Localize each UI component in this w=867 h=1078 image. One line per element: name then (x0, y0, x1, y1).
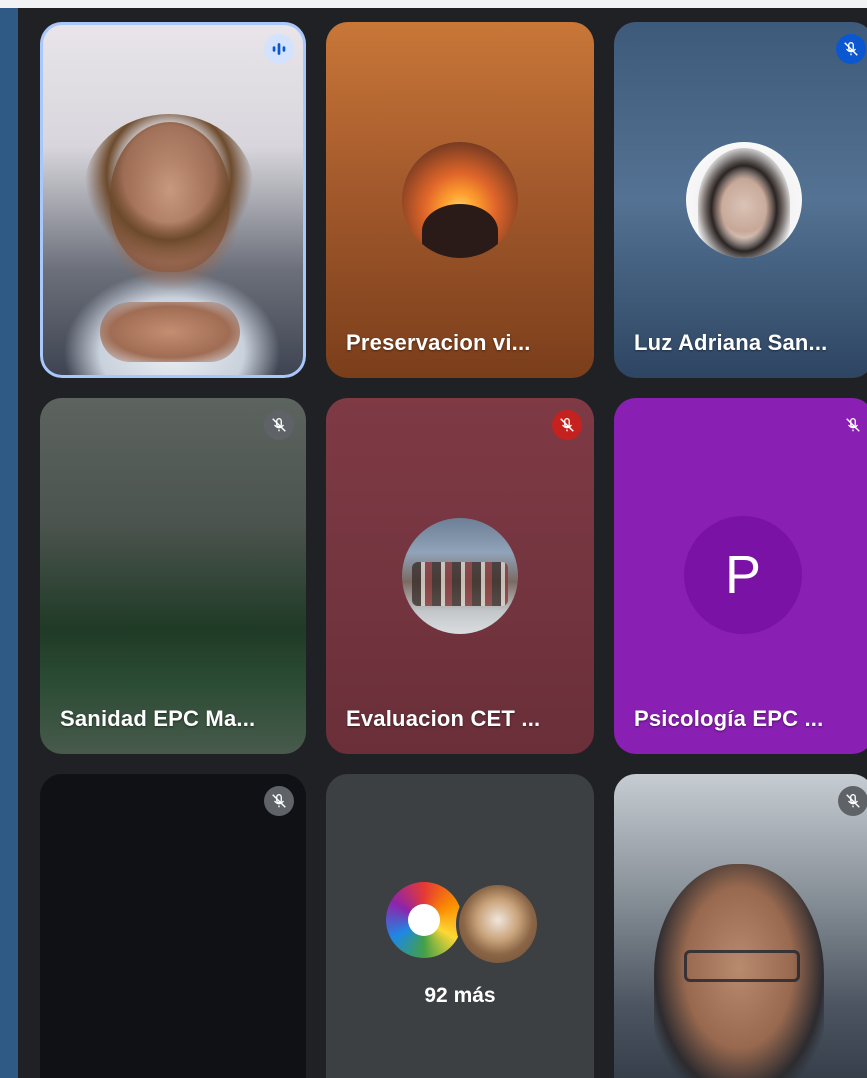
participant-tile[interactable]: Evaluacion CET ... (326, 398, 594, 754)
participant-hands (100, 302, 240, 362)
mic-off-icon (838, 786, 867, 816)
participant-tile[interactable]: P Psicología EPC ... (614, 398, 867, 754)
participant-tile[interactable] (614, 774, 867, 1078)
participant-hair (84, 114, 254, 264)
avatar-hair (698, 148, 790, 258)
participant-initial-avatar: P (684, 516, 802, 634)
mic-off-icon (552, 410, 582, 440)
participant-name: Sanidad EPC Ma... (60, 706, 256, 731)
participant-avatar (686, 142, 802, 258)
participant-tile[interactable]: Preservacion vi... (326, 22, 594, 378)
participant-tile-active-speaker[interactable] (40, 22, 306, 378)
participant-tile[interactable] (40, 774, 306, 1078)
participant-glasses (684, 950, 800, 982)
speaking-indicator-icon (264, 34, 294, 64)
participant-name: Preservacion vi... (346, 330, 531, 355)
avatar-group-photo (412, 562, 508, 606)
mic-off-icon (836, 34, 866, 64)
avatar-silhouette (422, 204, 498, 258)
participant-name: Psicología EPC ... (634, 706, 824, 731)
more-participants-tile[interactable]: 92 más (326, 774, 594, 1078)
mic-off-icon (264, 786, 294, 816)
participant-avatar (386, 882, 462, 958)
participant-avatar (402, 518, 518, 634)
top-strip (0, 0, 867, 8)
participant-avatar (456, 882, 540, 966)
more-participants-label: 92 más (424, 984, 496, 1007)
participant-initial: P (724, 545, 762, 605)
mic-off-icon (264, 410, 294, 440)
participant-tile[interactable]: Luz Adriana San... (614, 22, 867, 378)
participant-avatar (402, 142, 518, 258)
participant-name: Luz Adriana San... (634, 330, 828, 355)
participant-grid: Preservacion vi... Luz Adriana San... Sa… (18, 8, 867, 1078)
mic-off-icon (838, 410, 867, 440)
participant-tile[interactable]: Sanidad EPC Ma... (40, 398, 306, 754)
participant-name: Evaluacion CET ... (346, 706, 541, 731)
